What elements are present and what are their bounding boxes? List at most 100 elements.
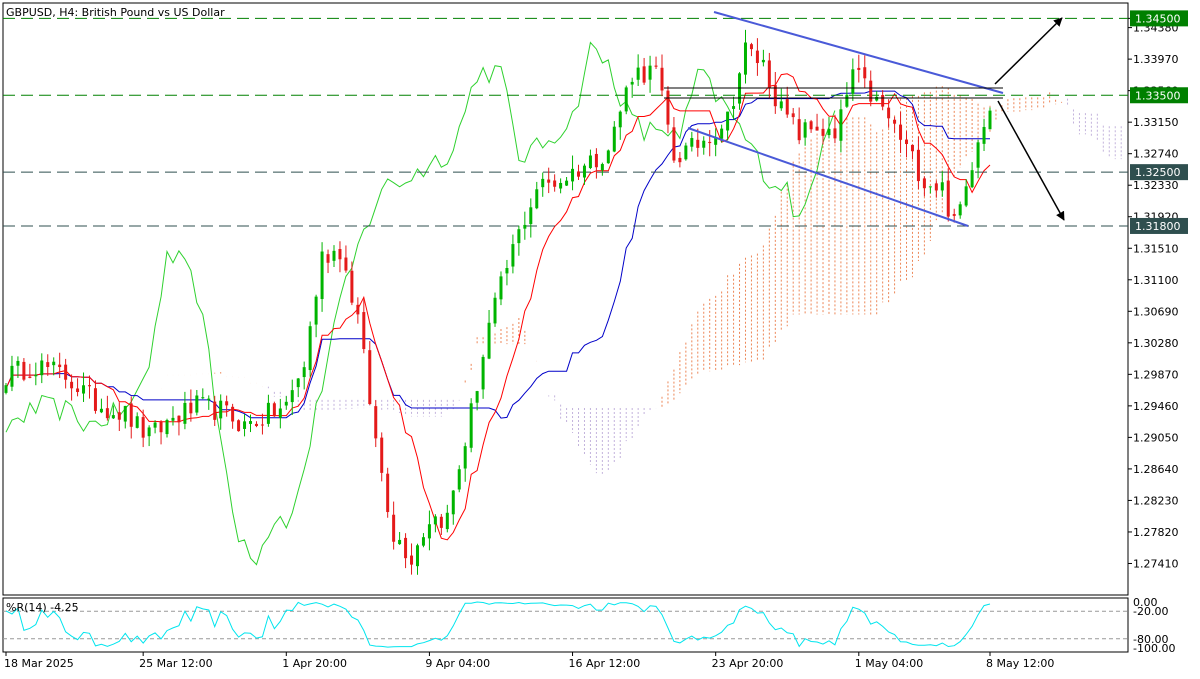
candle-body [660, 67, 664, 91]
candle [427, 510, 431, 551]
candle [773, 72, 777, 114]
candle-body [839, 109, 843, 141]
candle-body [821, 128, 825, 136]
candle [123, 405, 127, 429]
candle-body [964, 186, 968, 206]
candle-body [410, 555, 414, 565]
candle-body [815, 126, 819, 131]
candle [421, 533, 425, 548]
candle [612, 121, 616, 153]
candle [499, 271, 503, 306]
candle [964, 179, 968, 208]
candle [344, 245, 348, 273]
candle-body [290, 390, 294, 403]
candle [666, 86, 670, 134]
candle-body [785, 99, 789, 115]
williams-r-line [5, 601, 991, 648]
candle-body [887, 107, 891, 119]
candle [660, 54, 664, 97]
candle [225, 395, 229, 417]
candle [254, 421, 258, 428]
candle-body [761, 59, 765, 63]
candle-body [177, 415, 181, 423]
candle-body [577, 171, 581, 177]
candle-body [320, 251, 324, 300]
candle-body [374, 406, 378, 439]
candle [809, 119, 813, 133]
candle-body [326, 254, 330, 263]
x-tick-label: 8 May 12:00 [986, 657, 1054, 670]
candle-body [547, 179, 551, 183]
candle [743, 29, 747, 84]
candle-body [743, 42, 747, 75]
candle [368, 341, 372, 405]
candle [934, 180, 938, 198]
candle [547, 167, 551, 194]
candle-body [749, 44, 753, 50]
candle [445, 504, 449, 533]
candle [165, 418, 169, 438]
candle [356, 297, 360, 324]
candle-body [910, 144, 914, 152]
candle [857, 54, 861, 83]
candle [940, 171, 944, 197]
candle-body [863, 67, 867, 79]
candle [284, 396, 288, 410]
candle-body [398, 539, 402, 545]
candle-body [618, 111, 622, 128]
candle-body [672, 127, 676, 161]
level-price-tag-label: 1.32500 [1135, 166, 1181, 179]
candle-body [16, 360, 20, 366]
candle [386, 467, 390, 518]
candle-body [82, 385, 86, 394]
candle [642, 57, 646, 85]
candle-body [505, 267, 509, 274]
candle [588, 149, 592, 170]
candle [46, 354, 50, 376]
candle [326, 249, 330, 274]
candle-body [696, 139, 700, 148]
candle [374, 400, 378, 448]
y-tick-label: 1.28640 [1133, 463, 1179, 476]
candle [881, 90, 885, 111]
candle-body [201, 397, 205, 399]
candle-body [535, 189, 539, 209]
candle [4, 382, 8, 395]
candle [946, 168, 950, 222]
candle-body [93, 388, 97, 411]
candle-body [946, 180, 950, 217]
candle-body [881, 94, 885, 107]
candle-body [34, 374, 38, 377]
candle-body [159, 421, 163, 433]
candle-body [368, 350, 372, 405]
candle [320, 242, 324, 312]
candle-body [726, 111, 730, 131]
candle [749, 42, 753, 57]
candle-body [845, 94, 849, 107]
candle [690, 131, 694, 152]
candle [577, 164, 581, 180]
candle-body [809, 121, 813, 130]
candle [463, 442, 467, 482]
candle-body [225, 401, 229, 406]
candle [404, 533, 408, 569]
candle-body [189, 402, 193, 414]
candle [797, 107, 801, 145]
candle-body [678, 157, 682, 163]
candle-body [415, 545, 419, 567]
y-tick-label: 1.30690 [1133, 305, 1179, 318]
candle [779, 88, 783, 111]
candle [606, 149, 610, 164]
candle [654, 56, 658, 69]
candle [362, 298, 366, 354]
candle [308, 321, 312, 377]
candle-body [362, 312, 366, 350]
candle-body [117, 412, 121, 420]
candle [791, 107, 795, 125]
candle [505, 259, 509, 286]
arrow-down [997, 100, 1065, 221]
candle-body [4, 385, 8, 393]
candle-body [10, 365, 14, 387]
candle-body [129, 403, 133, 427]
y-tick-label: 1.31100 [1133, 274, 1179, 287]
